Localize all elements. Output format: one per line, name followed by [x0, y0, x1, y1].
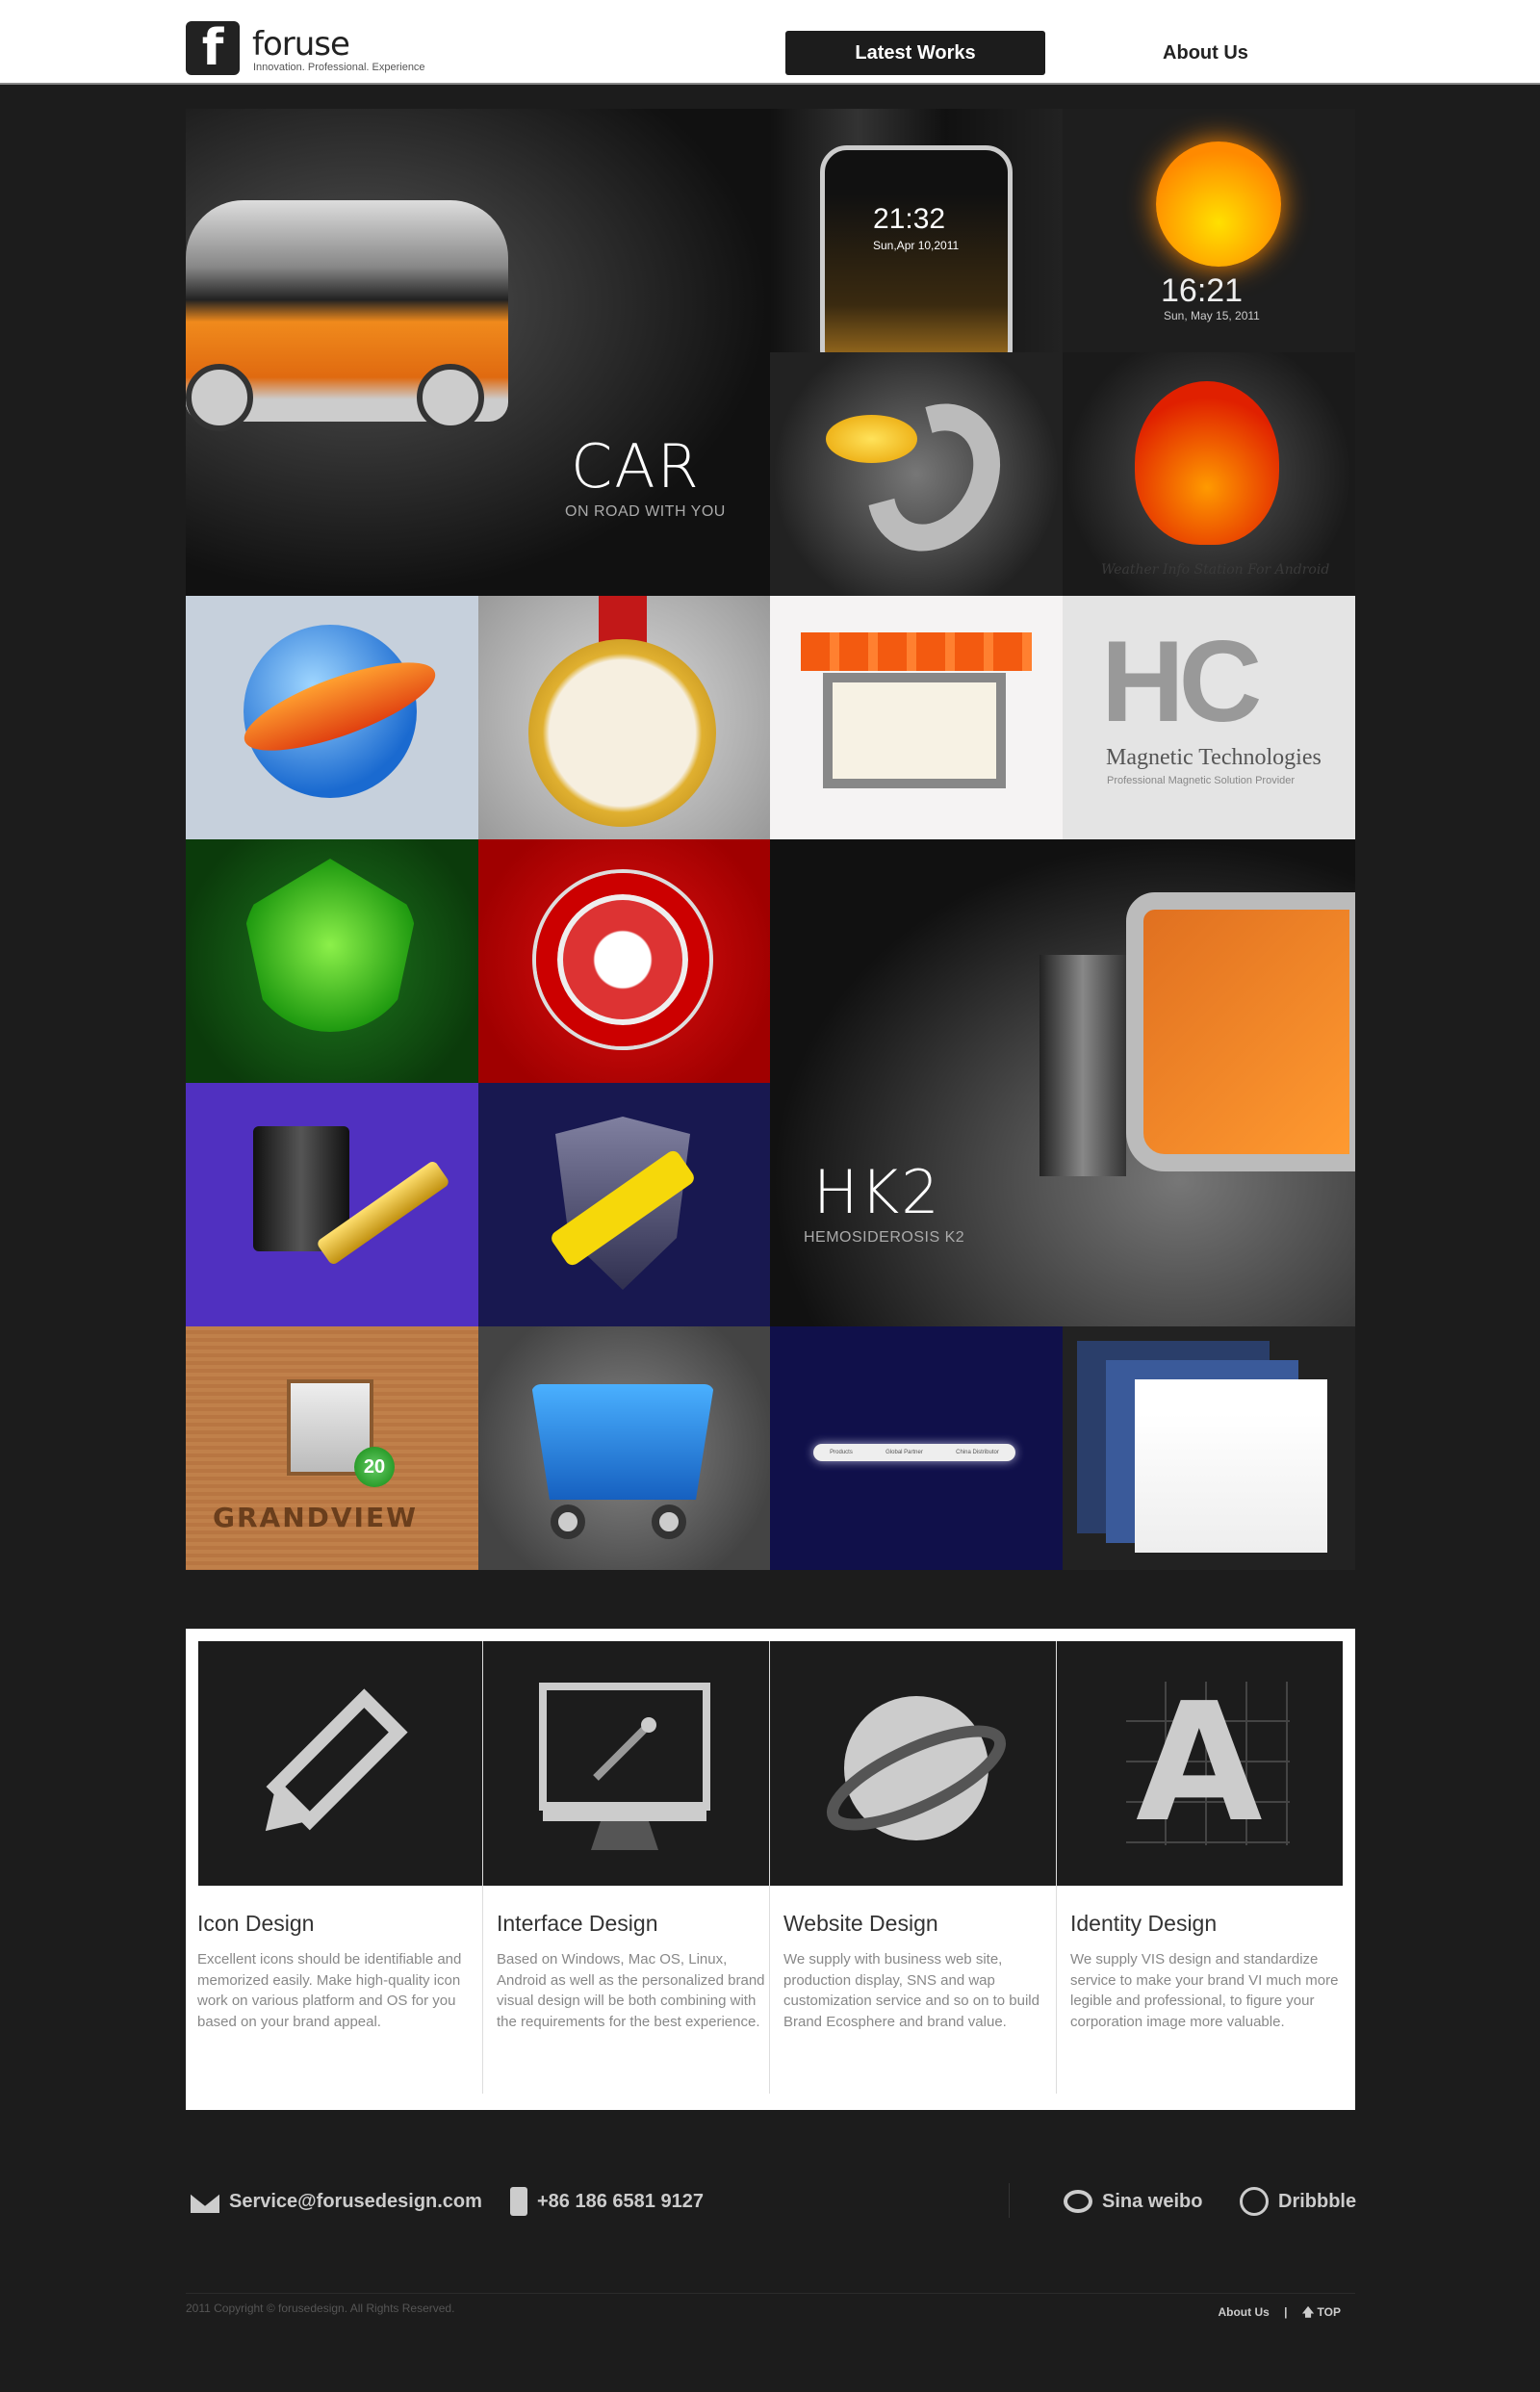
hc-company-name: Magnetic Technologies: [1106, 745, 1322, 770]
service-description: We supply with business web site, produc…: [783, 1951, 1040, 2030]
arrow-up-icon: 🡅: [1301, 2305, 1315, 2319]
copyright: 2011 Copyright © forusedesign. All Right…: [186, 2302, 455, 2315]
service-website-design: Website Design We supply with business w…: [772, 1629, 1058, 2100]
car-subtitle: ON ROAD WITH YOU: [565, 503, 726, 520]
nav-pill-bar: Products Global Partner China Distributo…: [813, 1444, 1015, 1461]
clover-icon: [244, 859, 417, 1032]
tile-cart[interactable]: [478, 1326, 770, 1570]
hc-logo-mark: HC: [1101, 617, 1262, 746]
tile-globe[interactable]: [186, 596, 478, 839]
tile-magic-hat[interactable]: [186, 1083, 478, 1326]
tile-chat-phone[interactable]: [770, 352, 1063, 596]
van-headlight: [417, 364, 484, 431]
tile-nav-pill[interactable]: Products Global Partner China Distributo…: [770, 1326, 1063, 1570]
tile-grandview[interactable]: 20 GRANDVIEW: [186, 1326, 478, 1570]
monitor-illustration: [1126, 892, 1355, 1171]
footer-email[interactable]: Service@forusedesign.com: [191, 2187, 482, 2216]
identity-letter: A: [1136, 1668, 1263, 1859]
service-title: Identity Design: [1070, 1911, 1218, 1936]
fire-caption: Weather Info Station For Android: [1101, 562, 1330, 578]
cart-wheel: [551, 1505, 585, 1539]
tile-lifebuoy[interactable]: [478, 839, 770, 1083]
footer-about-link[interactable]: About Us: [1218, 2305, 1269, 2319]
brand-name[interactable]: foruse: [252, 25, 350, 64]
dribbble-link[interactable]: Dribbble: [1278, 2187, 1356, 2216]
tile-weather-clock[interactable]: 16:21 Sun, May 15, 2011: [1063, 109, 1355, 352]
van-headlight: [186, 364, 253, 431]
separator: |: [1284, 2305, 1288, 2319]
planet-icon: [826, 1696, 1007, 1840]
tile-hc-logo[interactable]: HC Magnetic Technologies Professional Ma…: [1063, 596, 1355, 839]
tile-website-mockup[interactable]: [1063, 1326, 1355, 1570]
service-description: Based on Windows, Mac OS, Linux, Android…: [497, 1951, 765, 2030]
divider: [482, 1641, 483, 2094]
nav-pill-item: Global Partner: [886, 1450, 923, 1455]
pencil-icon: [265, 1688, 408, 1832]
nav-pill-item: Products: [830, 1450, 853, 1455]
weibo-icon: [1064, 2190, 1092, 2213]
hk2-title: HK2: [813, 1157, 941, 1227]
nav-about-us[interactable]: About Us: [1136, 31, 1275, 75]
tile-medal[interactable]: [478, 596, 770, 839]
phone-date: Sun,Apr 10,2011: [873, 239, 960, 252]
tile-shop-sign[interactable]: [770, 596, 1063, 839]
service-title: Icon Design: [197, 1911, 315, 1936]
phone-number: +86 186 6581 9127: [537, 2191, 704, 2212]
tile-clover[interactable]: [186, 839, 478, 1083]
shopping-cart-icon: [531, 1384, 714, 1500]
email-link[interactable]: Service@forusedesign.com: [229, 2187, 482, 2216]
car-title: CAR: [571, 431, 701, 502]
weibo-link[interactable]: Sina weibo: [1102, 2187, 1202, 2216]
tile-shield[interactable]: [478, 1083, 770, 1326]
hk2-subtitle: HEMOSIDEROSIS K2: [804, 1229, 965, 1246]
footer-weibo[interactable]: Sina weibo: [1064, 2187, 1202, 2216]
cart-wheel: [652, 1505, 686, 1539]
sun-icon: [1156, 141, 1281, 267]
clock-date: Sun, May 15, 2011: [1164, 309, 1260, 322]
service-identity-design: A Identity Design We supply VIS design a…: [1059, 1629, 1345, 2100]
footer-rule: [186, 2293, 1355, 2294]
tile-fire-weather[interactable]: Weather Info Station For Android: [1063, 352, 1355, 596]
logo-icon[interactable]: f: [186, 21, 240, 75]
medal-ribbon: [599, 596, 647, 644]
monitor-wand-icon: [539, 1683, 710, 1850]
service-interface-design: Interface Design Based on Windows, Mac O…: [485, 1629, 771, 2100]
fire-mascot-icon: [1135, 381, 1279, 545]
shop-signboard: [823, 673, 1006, 788]
website-page-front: [1135, 1379, 1327, 1553]
phone-time: 21:32: [873, 203, 946, 235]
count-badge: 20: [354, 1447, 395, 1487]
header: f foruse Innovation. Professional. Exper…: [0, 0, 1540, 85]
tile-phone-lockscreen[interactable]: 21:32 Sun,Apr 10,2011: [770, 109, 1063, 352]
envelope-icon: [191, 2190, 219, 2213]
back-to-top-link[interactable]: TOP: [1318, 2305, 1341, 2319]
pc-tower: [1040, 955, 1126, 1176]
medal-icon: [528, 639, 716, 827]
service-title: Interface Design: [497, 1911, 658, 1936]
phone-illustration: 21:32 Sun,Apr 10,2011: [820, 145, 1013, 352]
nav-pill-item: China Distributor: [956, 1450, 999, 1455]
nav-latest-works[interactable]: Latest Works: [785, 31, 1045, 75]
services-panel: Icon Design Excellent icons should be id…: [186, 1629, 1355, 2110]
footer-links: About Us | 🡅 TOP: [1218, 2303, 1341, 2324]
clock-time: 16:21: [1161, 272, 1244, 309]
tile-car[interactable]: CAR ON ROAD WITH YOU: [186, 109, 770, 596]
dribbble-icon: [1240, 2187, 1269, 2216]
service-icon-design: Icon Design Excellent icons should be id…: [186, 1629, 472, 2100]
brand-tagline: Innovation. Professional. Experience: [253, 62, 425, 73]
grandview-logo-text: GRANDVIEW: [213, 1502, 418, 1533]
mobile-phone-icon: [510, 2187, 527, 2216]
service-description: Excellent icons should be identifiable a…: [197, 1951, 462, 2030]
footer-phone: +86 186 6581 9127: [510, 2187, 704, 2216]
hc-tagline: Professional Magnetic Solution Provider: [1107, 775, 1296, 786]
tile-hk2-monitor[interactable]: HK2 HEMOSIDEROSIS K2: [770, 839, 1355, 1326]
service-description: We supply VIS design and standardize ser…: [1070, 1951, 1339, 2030]
lifebuoy-icon: [536, 873, 709, 1046]
telephone-handset-icon: [840, 379, 1027, 576]
footer-divider: [1009, 2183, 1010, 2218]
shop-roof: [801, 632, 1032, 671]
footer-dribbble[interactable]: Dribbble: [1240, 2187, 1356, 2216]
service-title: Website Design: [783, 1911, 938, 1936]
